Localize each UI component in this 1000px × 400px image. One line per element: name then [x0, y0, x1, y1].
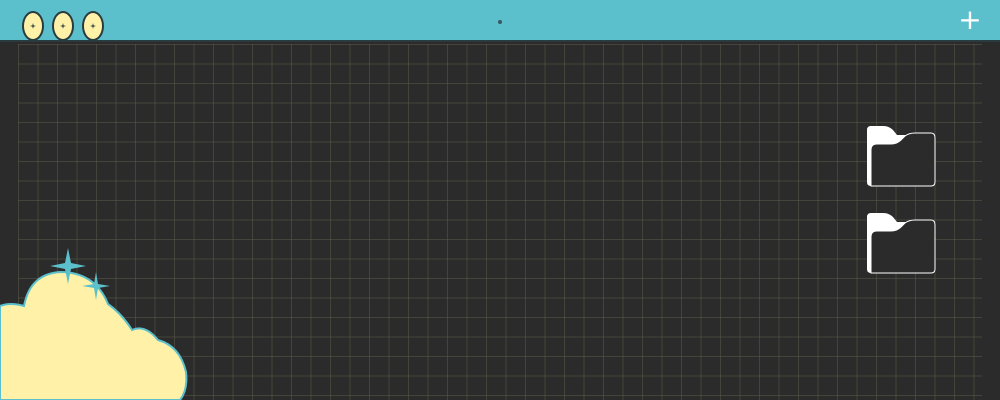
sparkle-icon: [90, 23, 96, 29]
folder-icon: [867, 126, 936, 187]
sparkle-icon: [30, 23, 36, 29]
window-control-button-3[interactable]: [82, 11, 104, 41]
title-bar: +: [0, 0, 1000, 42]
folder-icon: [867, 213, 936, 274]
desktop-window: +: [0, 0, 1000, 400]
folder-item-2[interactable]: [865, 211, 937, 277]
window-control-button-1[interactable]: [22, 11, 44, 41]
window-control-button-2[interactable]: [52, 11, 74, 41]
title-center-dot: [498, 20, 502, 24]
window-controls: [22, 11, 104, 41]
desktop-grid: [18, 44, 982, 400]
sparkle-icon: [60, 23, 66, 29]
folder-item-1[interactable]: [865, 124, 937, 190]
add-button[interactable]: +: [958, 6, 982, 34]
